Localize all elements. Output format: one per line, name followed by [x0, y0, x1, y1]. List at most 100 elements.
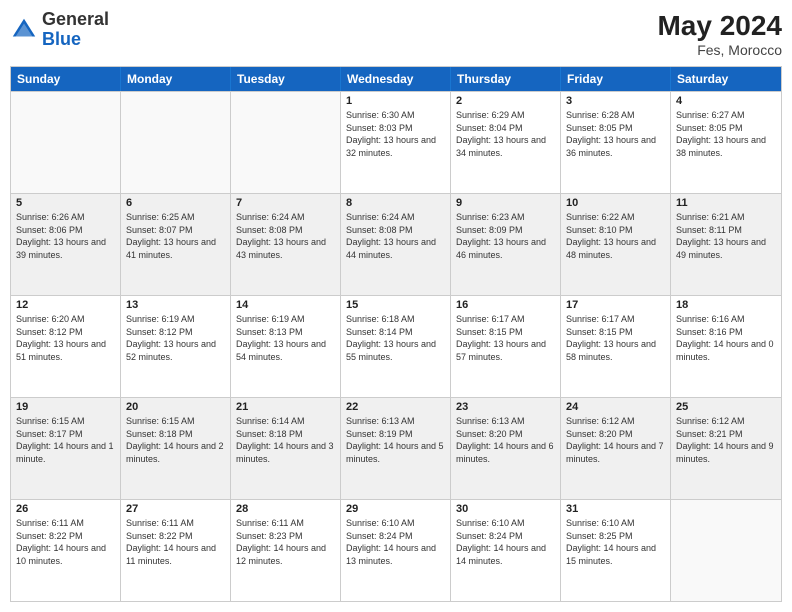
- day-number: 30: [456, 503, 555, 515]
- cell-detail: Sunrise: 6:24 AM Sunset: 8:08 PM Dayligh…: [346, 211, 445, 261]
- cell-detail: Sunrise: 6:27 AM Sunset: 8:05 PM Dayligh…: [676, 109, 776, 159]
- day-number: 26: [16, 503, 115, 515]
- cal-header-thursday: Thursday: [451, 67, 561, 91]
- cal-header-friday: Friday: [561, 67, 671, 91]
- day-number: 25: [676, 401, 776, 413]
- cal-cell: 15 Sunrise: 6:18 AM Sunset: 8:14 PM Dayli…: [341, 296, 451, 397]
- cal-cell: [121, 92, 231, 193]
- cell-detail: Sunrise: 6:11 AM Sunset: 8:22 PM Dayligh…: [16, 517, 115, 567]
- location: Fes, Morocco: [657, 42, 782, 58]
- logo: General Blue: [10, 10, 109, 50]
- day-number: 19: [16, 401, 115, 413]
- cal-cell: 30 Sunrise: 6:10 AM Sunset: 8:24 PM Dayli…: [451, 500, 561, 601]
- cell-detail: Sunrise: 6:24 AM Sunset: 8:08 PM Dayligh…: [236, 211, 335, 261]
- day-number: 2: [456, 95, 555, 107]
- title-block: May 2024 Fes, Morocco: [657, 10, 782, 58]
- cal-row-2: 12 Sunrise: 6:20 AM Sunset: 8:12 PM Dayli…: [11, 295, 781, 397]
- cal-cell: 12 Sunrise: 6:20 AM Sunset: 8:12 PM Dayli…: [11, 296, 121, 397]
- cell-detail: Sunrise: 6:16 AM Sunset: 8:16 PM Dayligh…: [676, 313, 776, 363]
- cell-detail: Sunrise: 6:20 AM Sunset: 8:12 PM Dayligh…: [16, 313, 115, 363]
- month-year: May 2024: [657, 10, 782, 42]
- cal-cell: 9Sunrise: 6:23 AM Sunset: 8:09 PM Daylig…: [451, 194, 561, 295]
- cal-cell: 18 Sunrise: 6:16 AM Sunset: 8:16 PM Dayli…: [671, 296, 781, 397]
- cal-cell: [231, 92, 341, 193]
- cal-cell: 4 Sunrise: 6:27 AM Sunset: 8:05 PM Daylig…: [671, 92, 781, 193]
- day-number: 29: [346, 503, 445, 515]
- cell-detail: Sunrise: 6:23 AM Sunset: 8:09 PM Dayligh…: [456, 211, 555, 261]
- cell-detail: Sunrise: 6:21 AM Sunset: 8:11 PM Dayligh…: [676, 211, 776, 261]
- logo-general: General: [42, 9, 109, 29]
- cal-cell: 27Sunrise: 6:11 AM Sunset: 8:22 PM Dayli…: [121, 500, 231, 601]
- cal-cell: 5 Sunrise: 6:26 AM Sunset: 8:06 PM Daylig…: [11, 194, 121, 295]
- cell-detail: Sunrise: 6:30 AM Sunset: 8:03 PM Dayligh…: [346, 109, 445, 159]
- cal-row-0: 1Sunrise: 6:30 AM Sunset: 8:03 PM Daylig…: [11, 91, 781, 193]
- cell-detail: Sunrise: 6:12 AM Sunset: 8:20 PM Dayligh…: [566, 415, 665, 465]
- cal-cell: 2 Sunrise: 6:29 AM Sunset: 8:04 PM Daylig…: [451, 92, 561, 193]
- day-number: 21: [236, 401, 335, 413]
- day-number: 24: [566, 401, 665, 413]
- cal-cell: 10 Sunrise: 6:22 AM Sunset: 8:10 PM Dayli…: [561, 194, 671, 295]
- cell-detail: Sunrise: 6:26 AM Sunset: 8:06 PM Dayligh…: [16, 211, 115, 261]
- cal-row-4: 26 Sunrise: 6:11 AM Sunset: 8:22 PM Dayli…: [11, 499, 781, 601]
- cell-detail: Sunrise: 6:10 AM Sunset: 8:24 PM Dayligh…: [456, 517, 555, 567]
- cal-cell: 21 Sunrise: 6:14 AM Sunset: 8:18 PM Dayli…: [231, 398, 341, 499]
- cell-detail: Sunrise: 6:17 AM Sunset: 8:15 PM Dayligh…: [566, 313, 665, 363]
- cal-cell: 24 Sunrise: 6:12 AM Sunset: 8:20 PM Dayli…: [561, 398, 671, 499]
- logo-icon: [10, 16, 38, 44]
- day-number: 28: [236, 503, 335, 515]
- cell-detail: Sunrise: 6:18 AM Sunset: 8:14 PM Dayligh…: [346, 313, 445, 363]
- cell-detail: Sunrise: 6:29 AM Sunset: 8:04 PM Dayligh…: [456, 109, 555, 159]
- day-number: 3: [566, 95, 665, 107]
- cell-detail: Sunrise: 6:13 AM Sunset: 8:20 PM Dayligh…: [456, 415, 555, 465]
- day-number: 17: [566, 299, 665, 311]
- cell-detail: Sunrise: 6:25 AM Sunset: 8:07 PM Dayligh…: [126, 211, 225, 261]
- logo-blue: Blue: [42, 29, 81, 49]
- cal-cell: 29Sunrise: 6:10 AM Sunset: 8:24 PM Dayli…: [341, 500, 451, 601]
- day-number: 16: [456, 299, 555, 311]
- cell-detail: Sunrise: 6:19 AM Sunset: 8:13 PM Dayligh…: [236, 313, 335, 363]
- cell-detail: Sunrise: 6:10 AM Sunset: 8:25 PM Dayligh…: [566, 517, 665, 567]
- cal-cell: 20Sunrise: 6:15 AM Sunset: 8:18 PM Dayli…: [121, 398, 231, 499]
- day-number: 6: [126, 197, 225, 209]
- cal-cell: 23 Sunrise: 6:13 AM Sunset: 8:20 PM Dayli…: [451, 398, 561, 499]
- cal-cell: 14 Sunrise: 6:19 AM Sunset: 8:13 PM Dayli…: [231, 296, 341, 397]
- cal-header-tuesday: Tuesday: [231, 67, 341, 91]
- day-number: 10: [566, 197, 665, 209]
- cell-detail: Sunrise: 6:13 AM Sunset: 8:19 PM Dayligh…: [346, 415, 445, 465]
- cal-cell: 19Sunrise: 6:15 AM Sunset: 8:17 PM Dayli…: [11, 398, 121, 499]
- cell-detail: Sunrise: 6:19 AM Sunset: 8:12 PM Dayligh…: [126, 313, 225, 363]
- cal-cell: [11, 92, 121, 193]
- day-number: 7: [236, 197, 335, 209]
- logo-text: General Blue: [42, 10, 109, 50]
- day-number: 11: [676, 197, 776, 209]
- cal-header-monday: Monday: [121, 67, 231, 91]
- calendar-body: 1Sunrise: 6:30 AM Sunset: 8:03 PM Daylig…: [11, 91, 781, 601]
- cal-cell: 8Sunrise: 6:24 AM Sunset: 8:08 PM Daylig…: [341, 194, 451, 295]
- day-number: 27: [126, 503, 225, 515]
- cell-detail: Sunrise: 6:15 AM Sunset: 8:18 PM Dayligh…: [126, 415, 225, 465]
- header: General Blue May 2024 Fes, Morocco: [10, 10, 782, 58]
- page: General Blue May 2024 Fes, Morocco Sunda…: [0, 0, 792, 612]
- day-number: 18: [676, 299, 776, 311]
- day-number: 5: [16, 197, 115, 209]
- cal-cell: [671, 500, 781, 601]
- cal-cell: 11 Sunrise: 6:21 AM Sunset: 8:11 PM Dayli…: [671, 194, 781, 295]
- day-number: 12: [16, 299, 115, 311]
- cell-detail: Sunrise: 6:14 AM Sunset: 8:18 PM Dayligh…: [236, 415, 335, 465]
- calendar: SundayMondayTuesdayWednesdayThursdayFrid…: [10, 66, 782, 602]
- cal-cell: 22 Sunrise: 6:13 AM Sunset: 8:19 PM Dayli…: [341, 398, 451, 499]
- day-number: 31: [566, 503, 665, 515]
- day-number: 13: [126, 299, 225, 311]
- cal-cell: 31 Sunrise: 6:10 AM Sunset: 8:25 PM Dayli…: [561, 500, 671, 601]
- cal-cell: 26 Sunrise: 6:11 AM Sunset: 8:22 PM Dayli…: [11, 500, 121, 601]
- day-number: 15: [346, 299, 445, 311]
- cal-cell: 17 Sunrise: 6:17 AM Sunset: 8:15 PM Dayli…: [561, 296, 671, 397]
- cell-detail: Sunrise: 6:17 AM Sunset: 8:15 PM Dayligh…: [456, 313, 555, 363]
- day-number: 22: [346, 401, 445, 413]
- cell-detail: Sunrise: 6:22 AM Sunset: 8:10 PM Dayligh…: [566, 211, 665, 261]
- cal-cell: 1Sunrise: 6:30 AM Sunset: 8:03 PM Daylig…: [341, 92, 451, 193]
- day-number: 23: [456, 401, 555, 413]
- day-number: 14: [236, 299, 335, 311]
- day-number: 4: [676, 95, 776, 107]
- cal-cell: 7 Sunrise: 6:24 AM Sunset: 8:08 PM Daylig…: [231, 194, 341, 295]
